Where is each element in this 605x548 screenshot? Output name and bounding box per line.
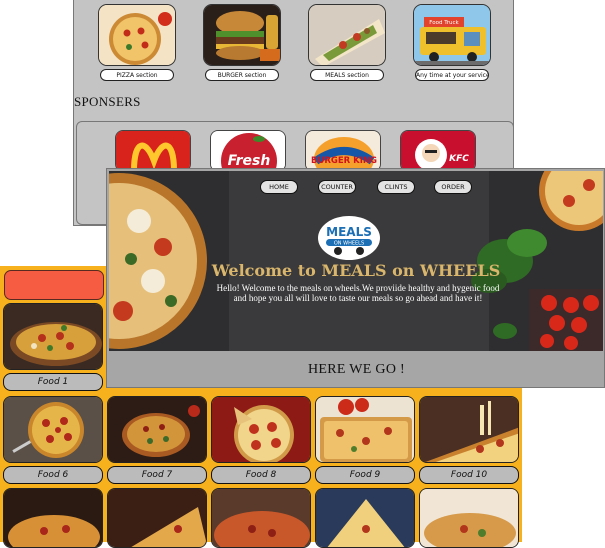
food-1-image[interactable] [3, 303, 103, 370]
food-9-label[interactable]: Food 9 [315, 466, 415, 484]
food-13-image[interactable] [211, 488, 311, 548]
food-7-image[interactable] [107, 396, 207, 463]
meals-section-image[interactable] [308, 4, 386, 66]
pizza-section-image[interactable] [98, 4, 176, 66]
mcdonalds-logo[interactable] [115, 130, 191, 172]
burger-section-image[interactable] [203, 4, 281, 66]
nav-order[interactable]: ORDER [434, 180, 472, 194]
nav-clints[interactable]: CLINTS [377, 180, 415, 194]
burger-section-label[interactable]: BURGER section [205, 69, 279, 81]
nav-counter[interactable]: COUNTER [318, 180, 356, 194]
sponsors-title: SPONSERS [74, 94, 141, 109]
pizza-section-label[interactable]: PIZZA section [100, 69, 174, 81]
any-time-section-label[interactable]: Any time at your service [415, 69, 489, 81]
food-header-bar [4, 270, 104, 300]
food-15-image[interactable] [419, 488, 519, 548]
fresh-logo-text: Fresh [228, 153, 271, 169]
food-11-image[interactable] [3, 488, 103, 548]
meals-on-wheels-logo[interactable]: MEALS ON WHEELS [318, 216, 380, 260]
hero-panel: HOME COUNTER CLINTS ORDER MEALS ON WHEEL… [106, 168, 605, 388]
nav-home[interactable]: HOME [260, 180, 298, 194]
food-6-label[interactable]: Food 6 [3, 466, 103, 484]
food-truck-section-image[interactable]: Food Truck [413, 4, 491, 66]
logo-subtext: ON WHEELS [334, 241, 364, 247]
food-6-image[interactable] [3, 396, 103, 463]
food-8-image[interactable] [211, 396, 311, 463]
food-truck-sign-text: Food Truck [429, 20, 459, 26]
hero-description: Hello! Welcome to the meals on wheels.We… [216, 283, 500, 303]
food-14-image[interactable] [315, 488, 415, 548]
food-1-label[interactable]: Food 1 [3, 373, 103, 391]
logo-text: MEALS [326, 225, 372, 239]
fresh-logo[interactable]: Fresh [210, 130, 286, 172]
food-7-label[interactable]: Food 7 [107, 466, 207, 484]
food-8-label[interactable]: Food 8 [211, 466, 311, 484]
food-12-image[interactable] [107, 488, 207, 548]
hero-banner: HOME COUNTER CLINTS ORDER MEALS ON WHEEL… [109, 171, 603, 351]
here-we-go-heading[interactable]: HERE WE GO ! [107, 362, 605, 378]
burger-king-logo-text: BURGER KING [311, 156, 377, 166]
food-10-image[interactable] [419, 396, 519, 463]
hero-title: Welcome to MEALS on WHEELS [211, 261, 501, 280]
burger-king-logo[interactable]: BURGER KING [305, 130, 381, 172]
kfc-logo-text: KFC [449, 154, 469, 164]
kfc-logo[interactable]: KFC [400, 130, 476, 172]
food-10-label[interactable]: Food 10 [419, 466, 519, 484]
meals-section-label[interactable]: MEALS section [310, 69, 384, 81]
food-9-image[interactable] [315, 396, 415, 463]
